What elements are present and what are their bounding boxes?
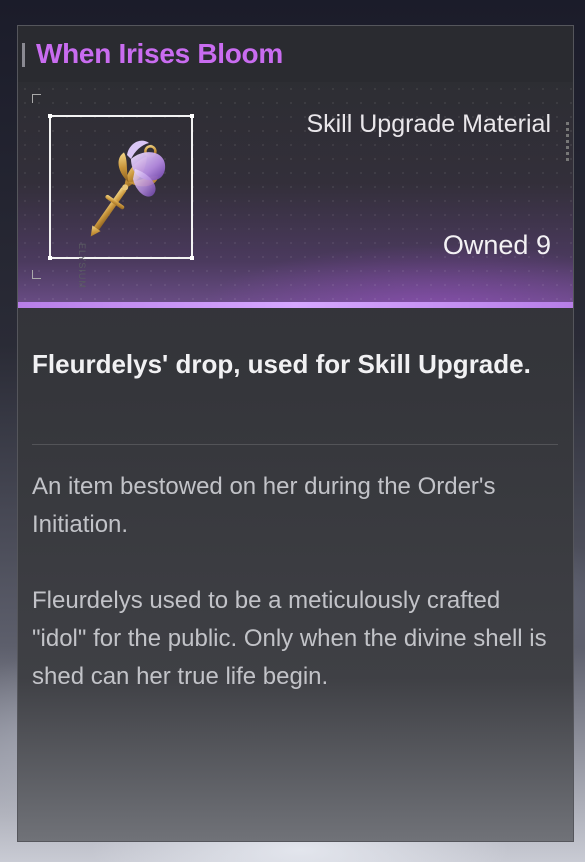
frame-corner [48,114,52,118]
item-type: Skill Upgrade Material [306,110,551,138]
scroll-indicator [566,122,569,162]
lore-paragraph: An item bestowed on her during the Order… [32,473,496,538]
frame-corner [190,114,194,118]
lore-paragraph: Fleurdelys used to be a meticulously cra… [32,587,547,690]
item-summary: Fleurdelys' drop, used for Skill Upgrade… [32,349,531,379]
frame-corner [190,256,194,260]
owned-label: Owned [442,230,529,260]
title-bar: When Irises Bloom [18,26,573,82]
frame-corner-mark [32,94,41,103]
frame-corner [48,256,52,260]
item-icon-frame[interactable]: ELYSIUM [48,114,194,289]
owned-count: Owned 9 [443,230,551,261]
title-accent-bar [22,43,25,67]
item-detail-card: When Irises Bloom ELYSIUM Skill Upgrade … [17,25,574,842]
owned-number: 9 [535,230,551,260]
frame-corner-mark [32,270,41,279]
item-name: When Irises Bloom [36,38,283,69]
fleur-de-lis-pendant-icon [90,140,166,237]
banner-accent-line [18,302,573,308]
divider [32,444,558,445]
